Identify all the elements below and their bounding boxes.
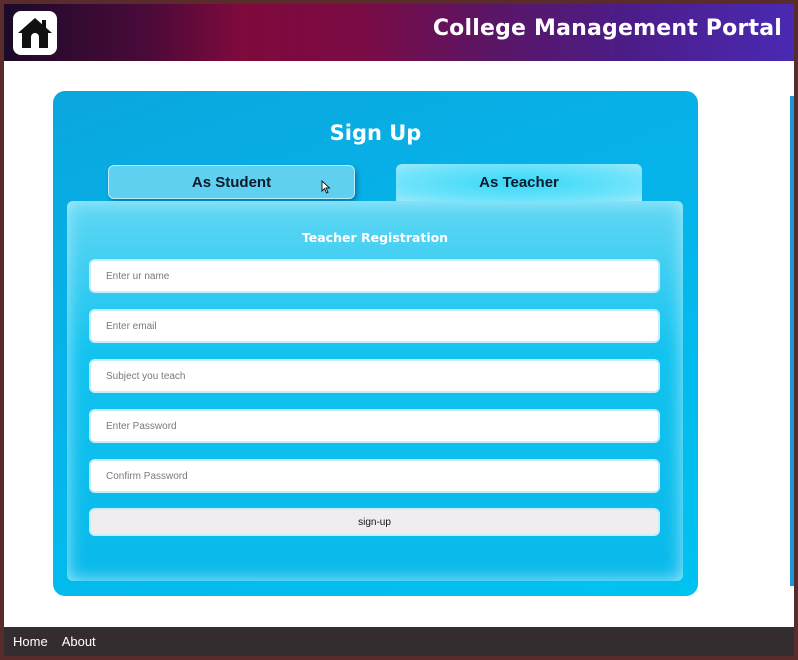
footer-link-home[interactable]: Home [13,634,48,649]
form-title: Teacher Registration [301,230,449,245]
signup-card: Sign Up As Student As Teacher Teacher Re… [53,91,698,596]
password-input[interactable] [89,409,660,443]
tab-teacher[interactable]: As Teacher [396,164,642,202]
subject-input[interactable] [89,359,660,393]
tab-student[interactable]: As Student [108,165,355,199]
confirm-password-input[interactable] [89,459,660,493]
footer-link-about[interactable]: About [62,634,96,649]
teacher-registration-panel: Teacher Registration sign-up [67,201,683,581]
email-input[interactable] [89,309,660,343]
name-input[interactable] [89,259,660,293]
page-edge-decoration [790,96,794,586]
home-logo-button[interactable] [13,11,57,55]
home-icon [18,18,52,48]
browser-viewport: College Management Portal Sign Up As Stu… [4,4,794,656]
site-footer: Home About [4,627,794,656]
mouse-cursor-icon [321,180,331,194]
site-title: College Management Portal [432,16,782,41]
site-header: College Management Portal [4,4,794,61]
signup-title: Sign Up [329,121,422,145]
signup-button[interactable]: sign-up [89,508,660,536]
